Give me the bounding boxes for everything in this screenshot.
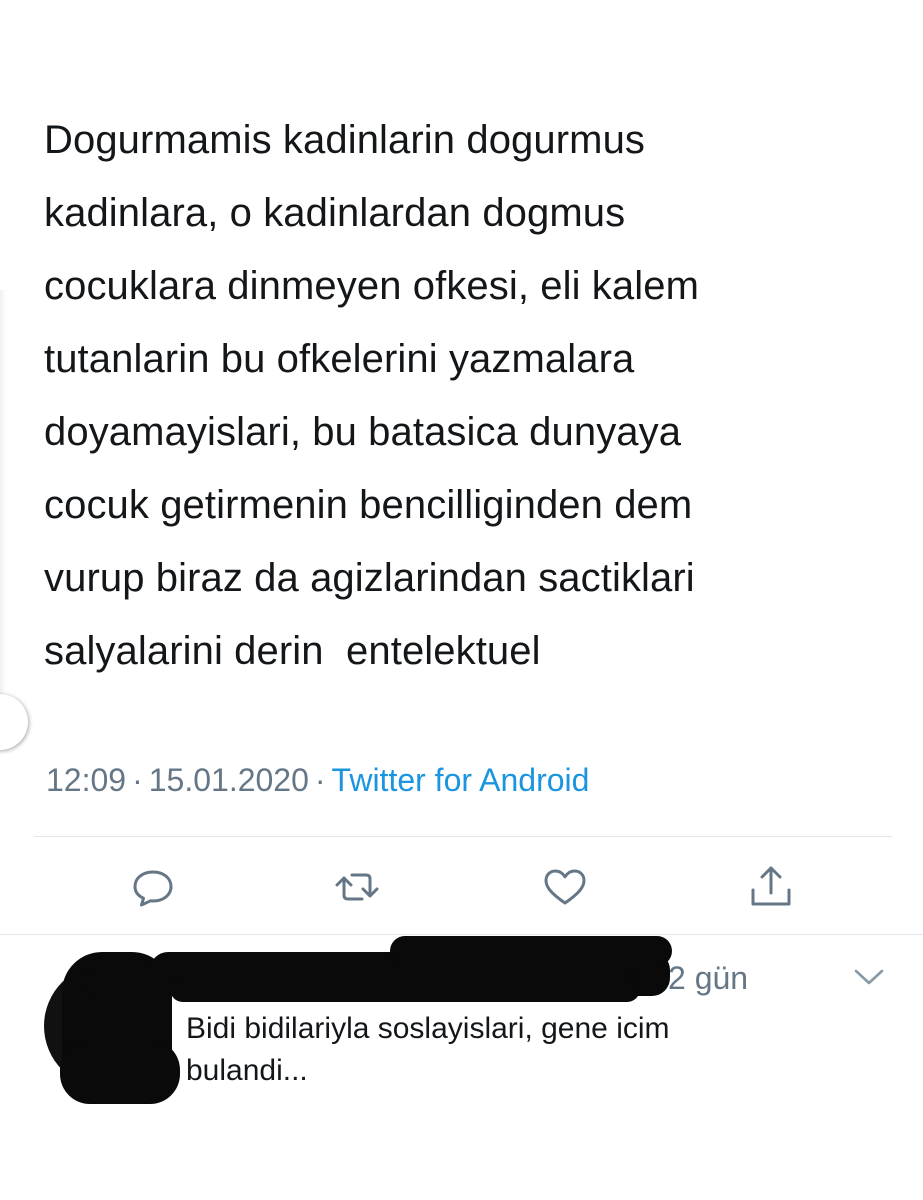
tweet-text: Dogurmamis kadinlarin dogurmus kadinlara… [44, 104, 904, 688]
tweet-text-line: cocuk getirmenin bencilliginden dem [44, 483, 693, 527]
divider [0, 934, 923, 935]
share-button[interactable] [746, 862, 796, 912]
tweet-text-line: vurup biraz da agizlarindan sactiklari [44, 556, 695, 600]
tweet-detail-screen: Dogurmamis kadinlarin dogurmus kadinlara… [0, 0, 923, 1200]
tweet-text-line: salyalarini derin entelektuel [44, 629, 541, 673]
meta-separator: · [132, 762, 143, 798]
tweet-text-line: tutanlarin bu ofkelerini yazmalara [44, 337, 635, 381]
share-icon [751, 866, 791, 906]
tweet-text-line: kadinlara, o kadinlardan dogmus [44, 191, 626, 235]
meta-separator: · [314, 762, 326, 798]
like-button[interactable] [540, 862, 590, 912]
redaction-mark [390, 936, 672, 966]
top-bar [0, 0, 923, 62]
tweet-text-line: doyamayislari, bu batasica dunyaya [44, 410, 682, 454]
redaction-mark [60, 1040, 180, 1104]
tweet-source-link[interactable]: Twitter for Android [332, 762, 590, 798]
reply-icon [133, 870, 173, 907]
tweet-time: 12:09 [46, 762, 127, 798]
reply-text-line: bulandi... [186, 1054, 308, 1087]
side-drawer-handle[interactable] [0, 694, 28, 750]
tweet-meta: 12:09 · 15.01.2020 · Twitter for Android [46, 762, 589, 799]
edge-shadow [0, 290, 6, 700]
chevron-down-icon[interactable] [852, 964, 886, 990]
reply-button[interactable] [128, 862, 178, 912]
heart-icon [544, 869, 586, 905]
retweet-button[interactable] [332, 862, 382, 912]
tweet-actions [0, 862, 923, 912]
retweet-icon [335, 873, 379, 901]
tweet-text-line: Dogurmamis kadinlarin dogurmus [44, 118, 646, 162]
reply-text: Bidi bidilariyla soslayislari, gene icim… [186, 1008, 826, 1092]
reply-text-line: Bidi bidilariyla soslayislari, gene icim [186, 1012, 670, 1045]
divider [34, 836, 892, 837]
tweet-text-line: cocuklara dinmeyen ofkesi, eli kalem [44, 264, 700, 308]
tweet-date: 15.01.2020 [148, 762, 309, 798]
redaction-mark [170, 976, 640, 1002]
reply-timestamp: 2 gün [668, 960, 749, 996]
